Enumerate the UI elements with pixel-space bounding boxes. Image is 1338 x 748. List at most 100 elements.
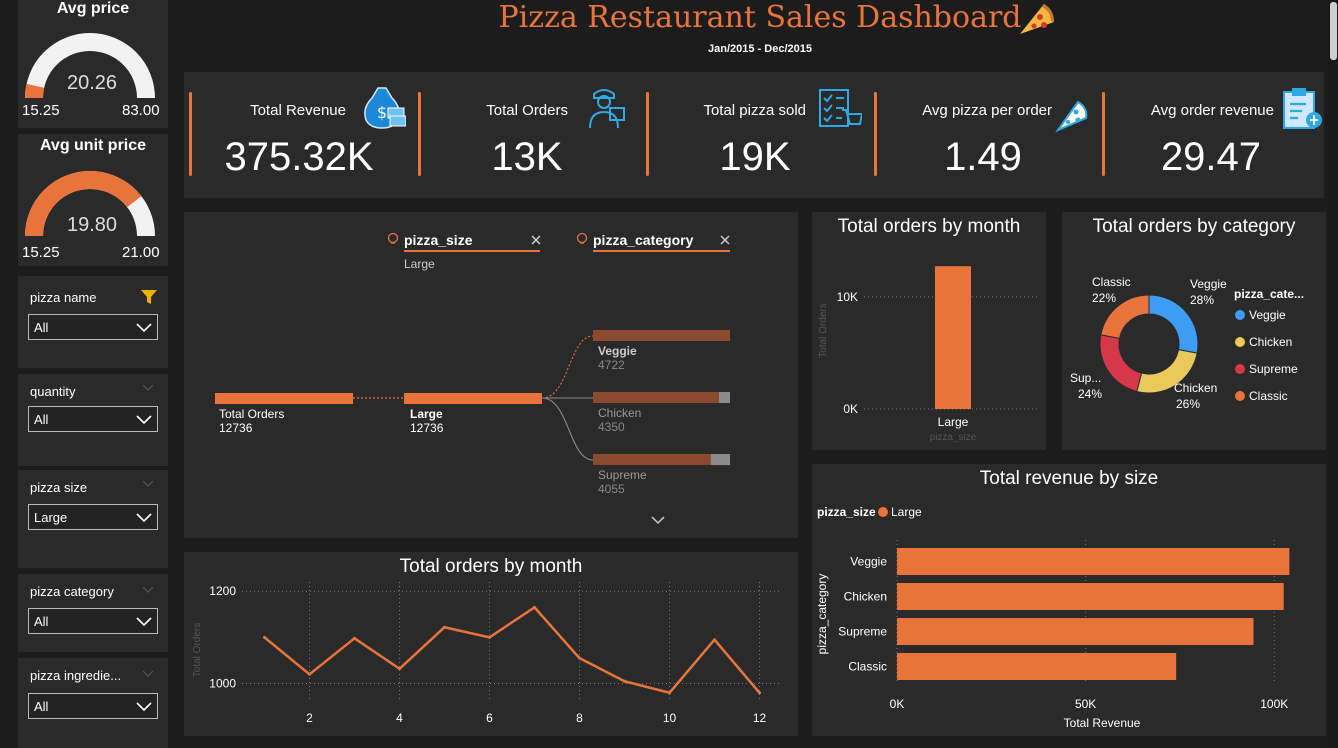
close-icon[interactable] <box>531 235 541 245</box>
decomp-node-value: 12736 <box>410 421 444 435</box>
kpi-value: 375.32K <box>224 135 374 179</box>
chevron-down-icon[interactable] <box>142 382 154 392</box>
clipboard-icon <box>1283 88 1322 129</box>
decomp-node-bar[interactable] <box>404 393 542 404</box>
x-tick-label: 100K <box>1260 697 1288 711</box>
line-point <box>758 691 761 695</box>
line-point <box>353 636 356 640</box>
kpi-bar: Total Revenue 375.32K $ Total Orders 13K <box>184 72 1324 198</box>
pizza-ingredients-dropdown[interactable]: All <box>28 693 158 719</box>
slice-label: Veggie <box>1190 277 1227 291</box>
kpi-label: Avg order revenue <box>1150 102 1274 119</box>
page-title: Pizza Restaurant Sales Dashboard <box>498 0 1022 35</box>
kpi-label: Total pizza sold <box>703 102 806 119</box>
legend-title: pizza_cate... <box>1234 287 1304 301</box>
date-range-subtitle: Jan/2015 - Dec/2015 <box>708 43 812 55</box>
revenue-by-size-panel: Total revenue by size pizza_size Large 0K 5… <box>812 464 1326 736</box>
legend-label: Large <box>891 505 922 519</box>
dropdown-value: Large <box>34 510 68 525</box>
y-axis-label: pizza_category <box>815 574 829 655</box>
slicer-label: pizza name <box>30 290 97 305</box>
decomp-connector <box>541 335 594 399</box>
legend-label: Chicken <box>1249 335 1292 349</box>
vertical-scrollbar[interactable] <box>1328 0 1338 748</box>
x-tick-label: 0K <box>890 697 905 711</box>
svg-text:$: $ <box>377 103 387 122</box>
money-bag-icon: $ <box>364 87 406 129</box>
chevron-down-icon[interactable] <box>142 478 154 488</box>
kpi-avg-pizza-per-order: Avg pizza per order 1.49 <box>868 72 1096 198</box>
decomp-node-bar <box>593 392 720 403</box>
funnel-filter-icon[interactable] <box>140 288 158 306</box>
decomp-filter-pizza-category[interactable]: pizza_category <box>576 232 731 252</box>
y-tick-label: Chicken <box>844 590 887 604</box>
slicer-label: quantity <box>30 384 76 399</box>
close-icon[interactable] <box>720 235 730 245</box>
kpi-label: Total Revenue <box>250 102 346 119</box>
kpi-label: Avg pizza per order <box>922 102 1052 119</box>
slicer-pizza-name: pizza name All <box>18 276 168 368</box>
filter-field-label: pizza_size <box>404 232 473 248</box>
bar <box>897 618 1254 645</box>
slice-label: Classic <box>1092 275 1131 289</box>
x-tick-label: 10 <box>663 711 677 725</box>
dropdown-value: All <box>34 412 49 427</box>
legend-label: Supreme <box>1249 362 1298 376</box>
x-axis-label: pizza_size <box>930 432 977 443</box>
line-point <box>578 656 581 660</box>
orders-by-month-panel: Total orders by month 1000 1200 2 4 6 8 10 12 To… <box>184 552 798 736</box>
line-point <box>263 635 266 639</box>
revenue-by-size-chart: pizza_size Large 0K 50K 100K Total Revenue piz… <box>815 505 1290 730</box>
chevron-down-icon[interactable] <box>142 668 154 678</box>
y-axis-label: Total Orders <box>192 623 203 677</box>
legend-title: pizza_size <box>817 505 876 519</box>
decomp-node-label: Total Orders <box>219 407 284 421</box>
chevron-down-icon[interactable] <box>142 584 154 594</box>
decomp-node-label: Veggie <box>598 344 637 358</box>
pizza-name-dropdown[interactable]: All <box>28 314 158 340</box>
chevron-down-icon[interactable] <box>651 516 665 525</box>
kpi-label: Total Orders <box>486 102 568 119</box>
kpi-value: 1.49 <box>944 135 1022 179</box>
slice-percent-label: 28% <box>1190 293 1214 307</box>
avg-unit-price-value: 19.80 <box>66 214 118 236</box>
slicer-label: pizza category <box>30 584 114 599</box>
y-tick-label: 10K <box>837 290 858 304</box>
avg-unit-price-gauge-card: Avg unit price 19.80 15.25 21.00 <box>18 134 168 266</box>
decomp-node-bar[interactable] <box>215 393 353 404</box>
line-point <box>668 691 671 695</box>
chevron-down-icon <box>136 513 152 523</box>
decomp-node-value: 4055 <box>598 482 625 496</box>
line-point <box>488 635 491 639</box>
chevron-down-icon <box>136 415 152 425</box>
kpi-avg-order-revenue: Avg order revenue 29.47 <box>1096 72 1324 198</box>
x-axis-label: Total Revenue <box>1064 716 1141 730</box>
legend-marker <box>1235 310 1245 320</box>
avg-price-gauge-card: Avg price 20.26 15.25 83.00 <box>18 0 168 128</box>
decomp-node-value: 4350 <box>598 420 625 434</box>
orders-by-size-chart: 0K 10K Total Orders Large pizza_size <box>818 266 1038 443</box>
legend-marker <box>1235 337 1245 347</box>
pie-slice <box>1099 334 1143 393</box>
decomp-node-value: 4722 <box>598 358 625 372</box>
delivery-person-icon <box>589 89 625 129</box>
filter-value: Large <box>404 257 435 271</box>
line-point <box>713 638 716 642</box>
pizza-category-dropdown[interactable]: All <box>28 608 158 634</box>
scrollbar-thumb[interactable] <box>1330 2 1337 60</box>
quantity-dropdown[interactable]: All <box>28 406 158 432</box>
decomp-filter-pizza-size[interactable]: pizza_size Large <box>387 232 541 271</box>
slice-percent-label: 22% <box>1092 291 1116 305</box>
decomp-node-value: 12736 <box>219 421 253 435</box>
y-axis-label: Total Orders <box>818 303 829 357</box>
slicer-pizza-category: pizza category All <box>18 574 168 652</box>
orders-by-category-panel: Total orders by category Veggie 28% Chicke… <box>1062 212 1326 450</box>
slice-percent-label: 24% <box>1078 387 1102 401</box>
avg-price-value: 20.26 <box>66 72 118 94</box>
legend-label: Veggie <box>1249 308 1286 322</box>
filter-sidebar: Avg price 20.26 15.25 83.00 Avg unit pri… <box>0 0 170 748</box>
x-tick-label: 4 <box>396 711 403 725</box>
decomp-node-label: Supreme <box>598 468 647 482</box>
pizza-slice-icon <box>1055 100 1088 133</box>
pizza-size-dropdown[interactable]: Large <box>28 504 158 530</box>
